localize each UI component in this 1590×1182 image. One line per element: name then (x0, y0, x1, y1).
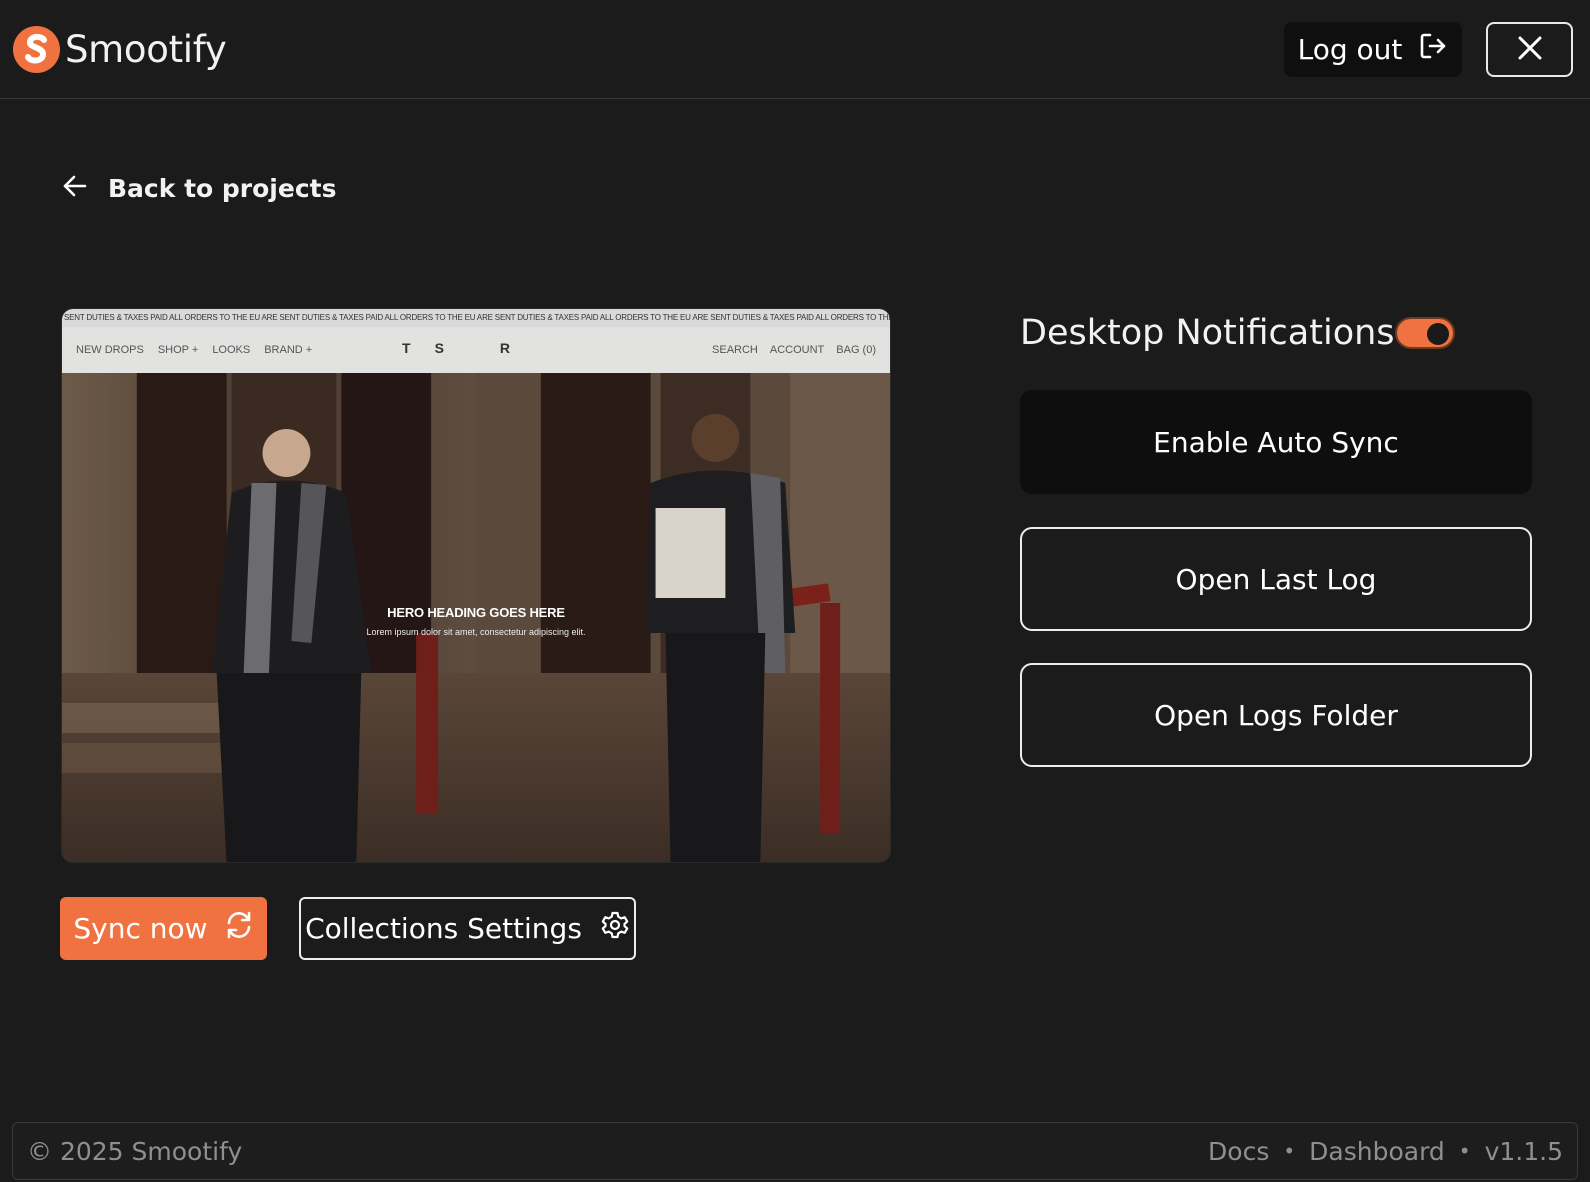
desktop-notifications-label: Desktop Notifications (1020, 313, 1395, 353)
open-last-log-button[interactable]: Open Last Log (1020, 527, 1532, 631)
copyright-text: © 2025 Smootify (27, 1136, 243, 1166)
version-label: v1.1.5 (1484, 1136, 1563, 1166)
preview-nav-right: SEARCH ACCOUNT BAG (0) (712, 344, 876, 356)
logout-button[interactable]: Log out (1284, 22, 1462, 77)
preview-hero-heading: HERO HEADING GOES HERE (387, 605, 565, 620)
desktop-notifications-row: Desktop Notifications (1020, 308, 1395, 358)
preview-logo-letter: R (499, 340, 511, 356)
preview-logo-letter: T (402, 340, 411, 356)
preview-ticker: SENT DUTIES & TAXES PAID ALL ORDERS TO T… (62, 309, 890, 327)
preview-nav-left: NEW DROPS SHOP + LOOKS BRAND + (76, 344, 312, 356)
separator-dot: • (1283, 1139, 1296, 1163)
sync-now-button[interactable]: Sync now (60, 897, 267, 960)
footer-links: Docs • Dashboard • v1.1.5 (1208, 1137, 1563, 1166)
preview-nav-item: NEW DROPS (76, 344, 144, 356)
open-logs-folder-button[interactable]: Open Logs Folder (1020, 663, 1532, 767)
desktop-notifications-toggle[interactable] (1395, 317, 1455, 349)
preview-nav-item: BRAND + (264, 344, 313, 356)
preview-nav-item: SEARCH (712, 344, 758, 356)
preview-logo-letter: S (434, 340, 444, 356)
preview-nav-item: LOOKS (212, 344, 251, 356)
refresh-icon (224, 910, 254, 947)
app-header: Smootify Log out (0, 0, 1590, 99)
collections-settings-button[interactable]: Collections Settings (299, 897, 636, 960)
back-to-projects-link[interactable]: Back to projects (62, 170, 336, 206)
enable-auto-sync-button[interactable]: Enable Auto Sync (1020, 390, 1532, 494)
brand: Smootify (13, 25, 227, 73)
smootify-logo-icon (13, 25, 60, 73)
preview-site-logo: T S R (402, 340, 510, 356)
separator-dot: • (1458, 1139, 1471, 1163)
logout-label: Log out (1297, 33, 1403, 66)
preview-hero-subtext: Lorem ipsum dolor sit amet, consectetur … (366, 627, 586, 637)
preview-nav-item: SHOP + (157, 344, 199, 356)
close-icon (1517, 35, 1543, 64)
gear-icon (600, 910, 630, 947)
app-footer: © 2025 Smootify Docs • Dashboard • v1.1.… (12, 1122, 1578, 1180)
preview-nav-item: ACCOUNT (769, 344, 825, 356)
sync-now-label: Sync now (73, 912, 208, 945)
docs-link[interactable]: Docs (1208, 1137, 1269, 1166)
close-button[interactable] (1486, 22, 1573, 77)
collections-settings-label: Collections Settings (305, 912, 582, 945)
preview-nav-item: BAG (0) (836, 344, 876, 356)
toggle-knob (1427, 323, 1449, 345)
project-preview-image: SENT DUTIES & TAXES PAID ALL ORDERS TO T… (61, 308, 891, 863)
logout-icon (1418, 31, 1448, 68)
dashboard-link[interactable]: Dashboard (1309, 1137, 1445, 1166)
arrow-left-icon (62, 173, 88, 204)
back-label: Back to projects (108, 173, 337, 203)
preview-site-nav: NEW DROPS SHOP + LOOKS BRAND + T S R SEA… (62, 327, 890, 373)
brand-name: Smootify (65, 27, 227, 71)
